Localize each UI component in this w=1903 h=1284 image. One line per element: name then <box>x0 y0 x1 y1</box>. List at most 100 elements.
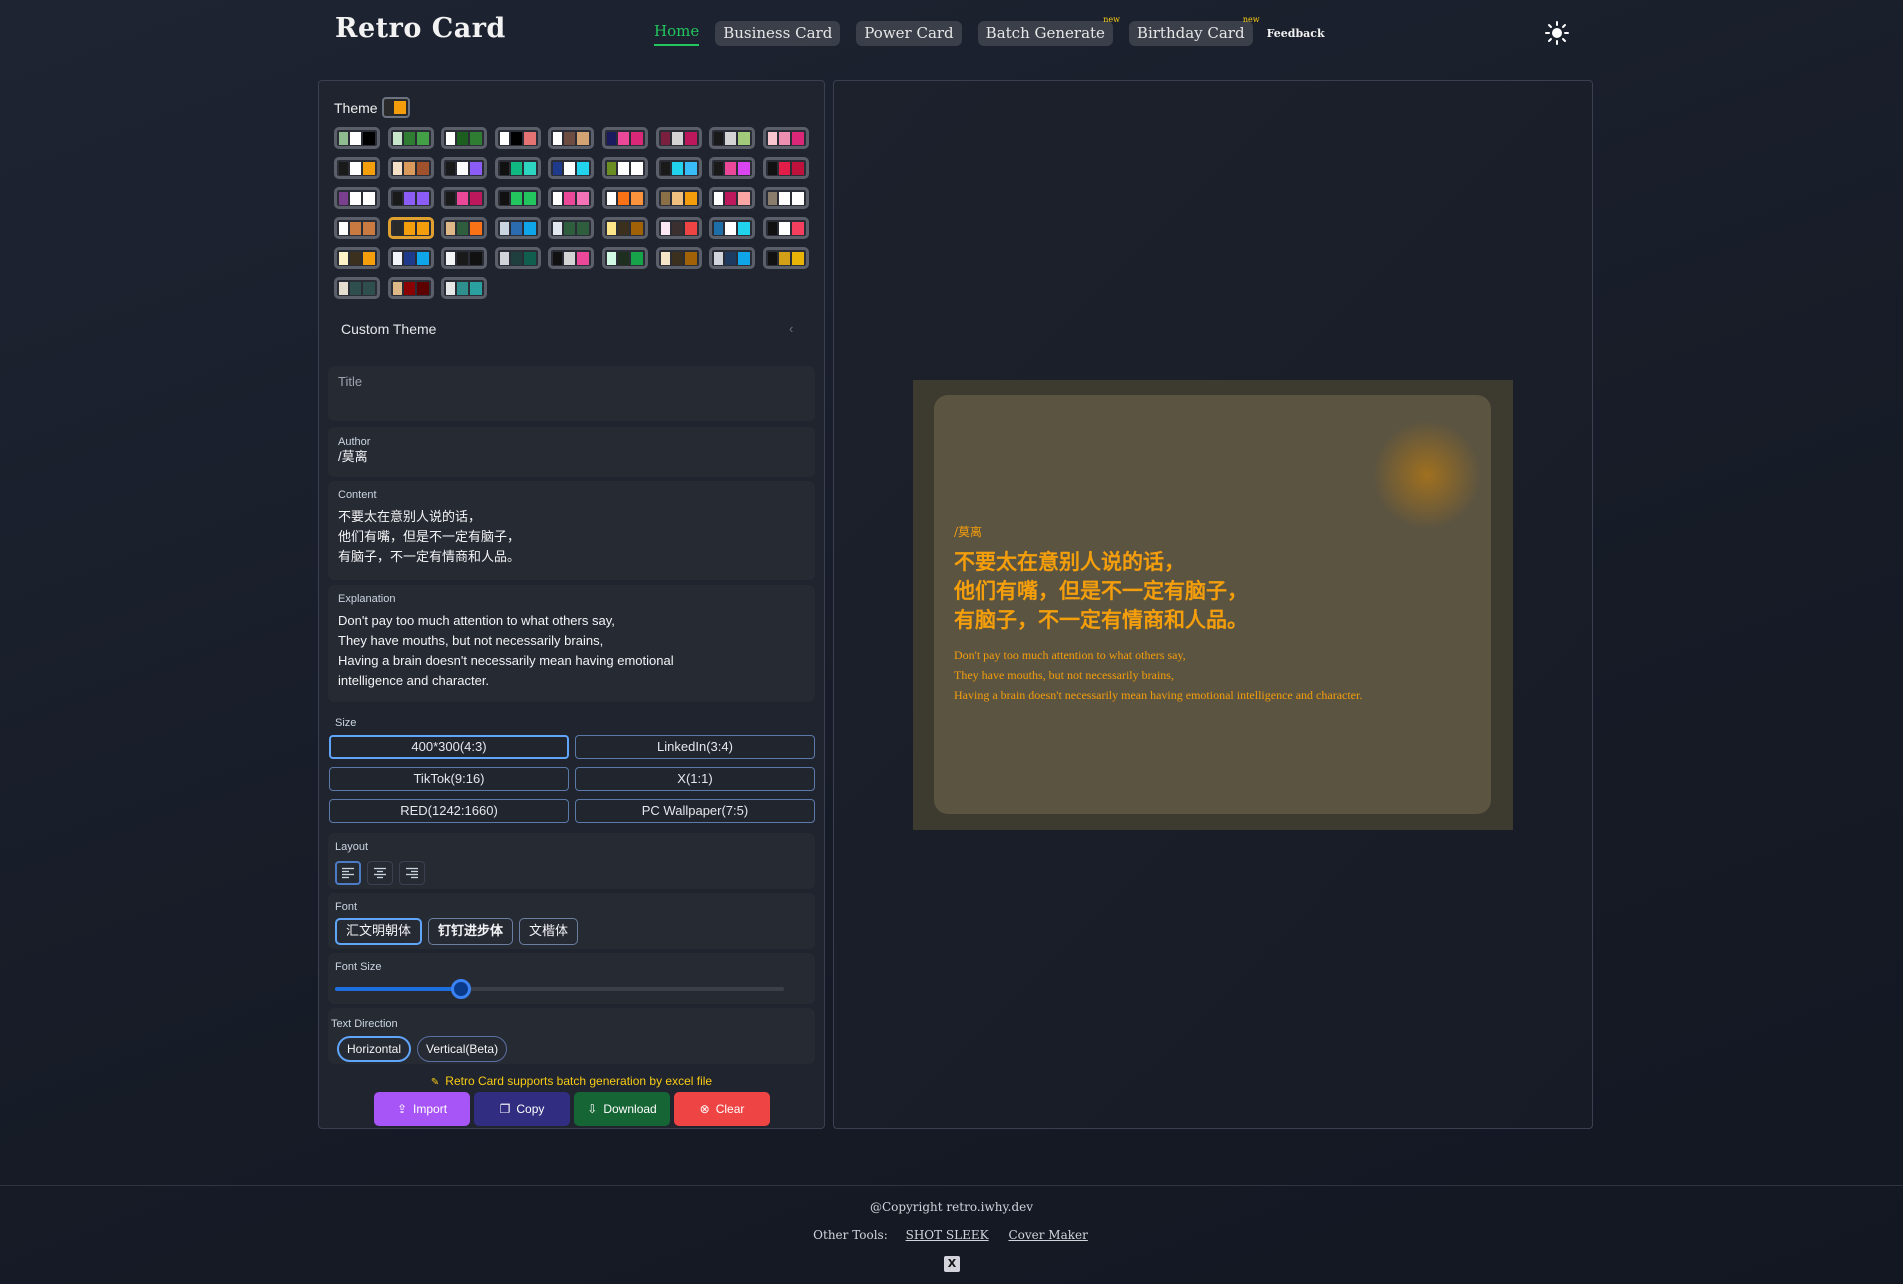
theme-swatch[interactable] <box>709 247 756 269</box>
theme-swatch[interactable] <box>655 187 702 209</box>
size-option-400x300[interactable]: 400*300(4:3) <box>329 735 569 759</box>
content-field[interactable]: Content 不要太在意别人说的话， 他们有嘴，但是不一定有脑子， 有脑子，不… <box>328 481 815 580</box>
theme-swatch[interactable] <box>548 187 595 209</box>
swatch-color <box>791 161 804 175</box>
theme-swatch[interactable] <box>709 187 756 209</box>
theme-swatch[interactable] <box>655 217 702 239</box>
theme-swatch[interactable] <box>655 157 702 179</box>
size-option-x[interactable]: X(1:1) <box>575 767 815 791</box>
theme-swatch[interactable] <box>334 157 380 179</box>
sun-icon[interactable] <box>1544 20 1570 46</box>
x-logo-icon[interactable]: X <box>944 1256 960 1272</box>
swatch-color <box>499 131 509 145</box>
theme-swatch[interactable] <box>601 127 648 149</box>
content-label: Content <box>338 489 377 501</box>
theme-swatch[interactable] <box>494 157 541 179</box>
current-theme-swatch[interactable] <box>381 97 410 118</box>
theme-swatch[interactable] <box>762 127 809 149</box>
font-option-dingding[interactable]: 钉钉进步体 <box>428 918 514 945</box>
theme-swatch[interactable] <box>548 127 595 149</box>
theme-swatch[interactable] <box>334 217 380 239</box>
swatch-color <box>457 161 469 175</box>
theme-swatch[interactable] <box>762 247 809 269</box>
theme-swatch[interactable] <box>387 127 434 149</box>
theme-swatch[interactable] <box>494 187 541 209</box>
theme-swatch[interactable] <box>494 247 541 269</box>
theme-swatch[interactable] <box>762 157 809 179</box>
theme-swatch[interactable] <box>441 157 488 179</box>
theme-swatch[interactable] <box>709 157 756 179</box>
theme-swatch[interactable] <box>548 157 595 179</box>
theme-swatch[interactable] <box>441 217 488 239</box>
theme-swatch[interactable] <box>334 247 380 269</box>
swatch-color <box>791 191 804 205</box>
size-option-red[interactable]: RED(1242:1660) <box>329 799 569 823</box>
clear-button[interactable]: ⊗ Clear <box>674 1092 770 1126</box>
theme-swatch[interactable] <box>655 127 702 149</box>
chevron-left-icon[interactable]: ‹ <box>789 321 793 336</box>
align-center-icon[interactable] <box>367 861 393 885</box>
custom-theme-label[interactable]: Custom Theme <box>341 321 436 337</box>
swatch-color <box>778 191 790 205</box>
tool-link-shot-sleek[interactable]: SHOT SLEEK <box>906 1228 989 1242</box>
theme-swatch[interactable] <box>494 127 541 149</box>
size-option-tiktok[interactable]: TikTok(9:16) <box>329 767 569 791</box>
theme-swatch[interactable] <box>441 187 488 209</box>
author-field[interactable]: Author /莫离 <box>328 427 815 477</box>
theme-swatch[interactable] <box>441 127 488 149</box>
theme-swatch[interactable] <box>709 217 756 239</box>
top-header: Retro Card Home Business Card Power Card… <box>0 0 1903 66</box>
nav-feedback[interactable]: Feedback <box>1267 27 1325 40</box>
swatch-color <box>564 131 576 145</box>
theme-swatch[interactable] <box>441 277 488 299</box>
theme-swatch[interactable] <box>601 187 648 209</box>
theme-swatch[interactable] <box>709 127 756 149</box>
copy-button[interactable]: ❐ Copy <box>474 1092 570 1126</box>
theme-swatch[interactable] <box>387 247 434 269</box>
explanation-field[interactable]: Explanation Don't pay too much attention… <box>328 585 815 702</box>
theme-swatch[interactable] <box>601 217 648 239</box>
download-button[interactable]: ⇩ Download <box>574 1092 670 1126</box>
swatch-color <box>523 131 536 145</box>
nav-batch-generate[interactable]: Batch Generate new <box>977 15 1120 46</box>
nav-power-card[interactable]: Power Card <box>856 20 962 46</box>
app-logo[interactable]: Retro Card <box>335 13 506 44</box>
theme-swatch[interactable] <box>655 247 702 269</box>
swatch-color <box>350 131 361 145</box>
nav-home[interactable]: Home <box>654 20 700 46</box>
theme-swatch[interactable] <box>494 217 541 239</box>
align-right-icon[interactable] <box>399 861 425 885</box>
theme-swatch[interactable] <box>334 187 380 209</box>
title-field[interactable]: Title <box>328 366 815 421</box>
size-option-linkedin[interactable]: LinkedIn(3:4) <box>575 735 815 759</box>
swatch-color <box>350 281 361 295</box>
align-left-icon[interactable] <box>335 861 361 885</box>
theme-swatch[interactable] <box>548 217 595 239</box>
swatch-color <box>767 251 777 265</box>
font-size-slider[interactable] <box>335 979 784 999</box>
theme-swatch[interactable] <box>334 277 380 299</box>
theme-swatch[interactable] <box>441 247 488 269</box>
theme-swatch[interactable] <box>387 157 434 179</box>
direction-horizontal[interactable]: Horizontal <box>337 1036 412 1062</box>
nav-business-card[interactable]: Business Card <box>715 20 841 46</box>
theme-swatch[interactable] <box>334 127 380 149</box>
swatch-color <box>577 221 590 235</box>
tool-link-cover-maker[interactable]: Cover Maker <box>1008 1228 1087 1242</box>
theme-swatch[interactable] <box>762 187 809 209</box>
nav-birthday-card[interactable]: Birthday Card new <box>1128 15 1260 46</box>
theme-swatch[interactable] <box>387 187 434 209</box>
theme-swatch[interactable] <box>762 217 809 239</box>
theme-swatch[interactable] <box>548 247 595 269</box>
theme-swatch[interactable] <box>387 277 434 299</box>
size-option-pc-wallpaper[interactable]: PC Wallpaper(7:5) <box>575 799 815 823</box>
theme-swatch[interactable] <box>601 157 648 179</box>
theme-swatch[interactable] <box>601 247 648 269</box>
theme-swatch[interactable] <box>387 217 434 239</box>
import-button[interactable]: ⇪ Import <box>374 1092 470 1126</box>
font-option-huiwen[interactable]: 汇文明朝体 <box>335 918 423 945</box>
font-option-wenkai[interactable]: 文楷体 <box>519 918 579 945</box>
slider-handle[interactable] <box>450 979 471 999</box>
direction-vertical[interactable]: Vertical(Beta) <box>417 1036 508 1062</box>
swatch-color <box>523 221 536 235</box>
